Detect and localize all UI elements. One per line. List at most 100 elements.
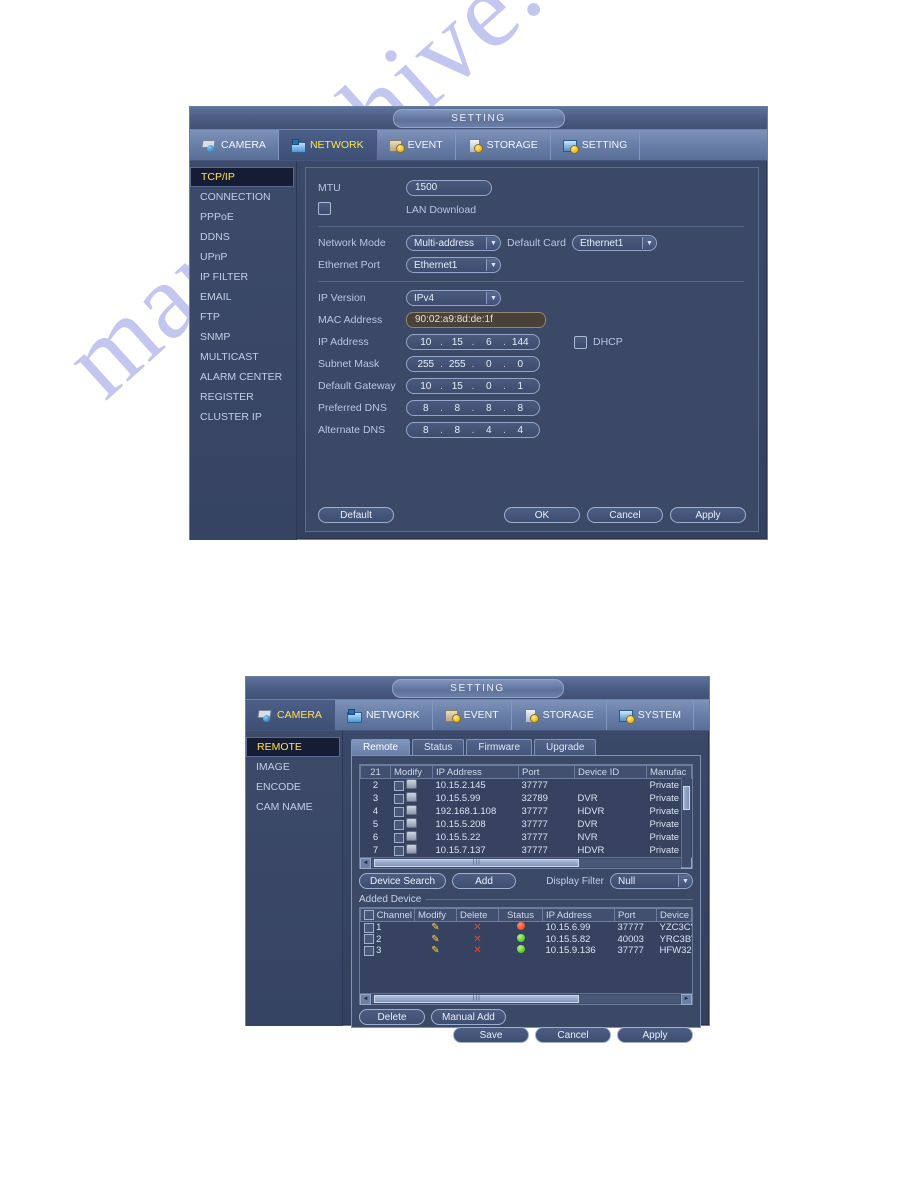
default-gateway-input[interactable]: 10. 15. 0. 1 (406, 378, 540, 394)
table-row[interactable]: 7 10.15.7.137 37777 HDVR Private (361, 844, 692, 857)
scroll-left-icon[interactable]: ◄ (360, 857, 371, 869)
tab-camera[interactable]: CAMERA (190, 130, 279, 160)
tab-storage[interactable]: STORAGE (456, 130, 551, 160)
modify-icon[interactable] (406, 779, 418, 789)
ethernet-port-select[interactable]: Ethernet1 ▼ (406, 257, 501, 273)
row-checkbox[interactable] (393, 781, 404, 792)
row-delete[interactable]: ✕ (457, 934, 499, 946)
hscrollbar-track[interactable] (372, 995, 680, 1003)
subtab-status[interactable]: Status (412, 739, 465, 755)
modify-icon[interactable] (406, 818, 418, 828)
table-row[interactable]: 2 ✎ ✕ 10.15.5.82 40003 YRC3BV (361, 933, 692, 946)
ok-button[interactable]: OK (504, 507, 580, 523)
tab-event[interactable]: EVENT (377, 130, 456, 160)
row-modify[interactable] (391, 844, 433, 857)
sidebar-item-upnp[interactable]: UPnP (190, 247, 296, 267)
sidebar-item-ddns[interactable]: DDNS (190, 227, 296, 247)
table-row[interactable]: 4 192.168.1.108 37777 HDVR Private (361, 805, 692, 818)
subtab-remote[interactable]: Remote (351, 739, 411, 755)
tab-system[interactable]: SYSTEM (607, 700, 694, 730)
sidebar-item-tcpip[interactable]: TCP/IP (190, 167, 294, 187)
tab-network[interactable]: NETWORK (335, 700, 433, 730)
sidebar-item-ip-filter[interactable]: IP FILTER (190, 267, 296, 287)
row-checkbox[interactable] (393, 846, 404, 857)
subnet-mask-input[interactable]: 255. 255. 0. 0 (406, 356, 540, 372)
display-filter-select[interactable]: Null ▼ (610, 873, 693, 889)
modify-icon[interactable] (406, 844, 418, 854)
found-table-vscrollbar[interactable] (681, 778, 691, 867)
table-row[interactable]: 5 10.15.5.208 37777 DVR Private (361, 818, 692, 831)
row-modify[interactable] (391, 818, 433, 831)
sidebar-item-remote[interactable]: REMOTE (246, 737, 340, 757)
ip-version-select[interactable]: IPv4 ▼ (406, 290, 501, 306)
row-checkbox[interactable] (363, 945, 374, 956)
close-icon[interactable]: ✕ (473, 934, 481, 945)
close-icon[interactable]: ✕ (473, 945, 481, 956)
cancel-button[interactable]: Cancel (587, 507, 663, 523)
row-checkbox[interactable] (393, 794, 404, 805)
tab-setting[interactable]: SETTING (551, 130, 641, 160)
delete-button[interactable]: Delete (359, 1009, 425, 1025)
alternate-dns-input[interactable]: 8. 8. 4. 4 (406, 422, 540, 438)
row-modify[interactable]: ✎ (415, 945, 457, 957)
cancel-button[interactable]: Cancel (535, 1027, 611, 1043)
row-modify[interactable]: ✎ (415, 922, 457, 934)
row-modify[interactable] (391, 831, 433, 844)
row-modify[interactable] (391, 779, 433, 793)
lan-download-checkbox[interactable] (318, 202, 331, 215)
pencil-icon[interactable]: ✎ (431, 934, 439, 945)
sidebar-item-register[interactable]: REGISTER (190, 387, 296, 407)
table-row[interactable]: 2 10.15.2.145 37777 Private (361, 779, 692, 793)
modify-icon[interactable] (406, 792, 418, 802)
sidebar-item-email[interactable]: EMAIL (190, 287, 296, 307)
tab-network[interactable]: NETWORK (278, 130, 377, 160)
tab-camera[interactable]: CAMERA (246, 700, 335, 730)
vscrollbar-thumb[interactable] (683, 786, 690, 810)
preferred-dns-input[interactable]: 8. 8. 8. 8 (406, 400, 540, 416)
select-all-checkbox[interactable] (364, 909, 374, 920)
sidebar-item-alarm-center[interactable]: ALARM CENTER (190, 367, 296, 387)
sidebar-item-ftp[interactable]: FTP (190, 307, 296, 327)
pencil-icon[interactable]: ✎ (431, 922, 439, 933)
row-checkbox[interactable] (393, 807, 404, 818)
scroll-right-icon[interactable]: ► (681, 993, 692, 1005)
row-delete[interactable]: ✕ (457, 922, 499, 934)
mtu-input[interactable]: 1500 (406, 180, 492, 196)
save-button[interactable]: Save (453, 1027, 529, 1043)
device-search-button[interactable]: Device Search (359, 873, 447, 889)
table-row[interactable]: 6 10.15.5.22 37777 NVR Private (361, 831, 692, 844)
default-card-select[interactable]: Ethernet1 ▼ (571, 235, 657, 251)
row-checkbox[interactable] (393, 833, 404, 844)
tab-storage[interactable]: STORAGE (512, 700, 607, 730)
apply-button[interactable]: Apply (670, 507, 746, 523)
row-checkbox[interactable] (393, 820, 404, 831)
pencil-icon[interactable]: ✎ (431, 945, 439, 956)
add-button[interactable]: Add (452, 873, 517, 889)
subtab-upgrade[interactable]: Upgrade (534, 739, 597, 755)
sidebar-item-multicast[interactable]: MULTICAST (190, 347, 296, 367)
sidebar-item-cluster-ip[interactable]: CLUSTER IP (190, 407, 296, 427)
sidebar-item-cam-name[interactable]: CAM NAME (246, 797, 342, 817)
sidebar-item-connection[interactable]: CONNECTION (190, 187, 296, 207)
modify-icon[interactable] (406, 805, 418, 815)
sidebar-item-image[interactable]: IMAGE (246, 757, 342, 777)
dhcp-checkbox[interactable] (574, 335, 587, 349)
hscrollbar-thumb[interactable] (374, 859, 580, 867)
apply-button[interactable]: Apply (617, 1027, 693, 1043)
row-modify[interactable] (391, 805, 433, 818)
sidebar-item-pppoe[interactable]: PPPoE (190, 207, 296, 227)
modify-icon[interactable] (406, 831, 418, 841)
hscrollbar-thumb[interactable] (374, 995, 580, 1003)
sidebar-item-snmp[interactable]: SNMP (190, 327, 296, 347)
network-mode-select[interactable]: Multi-address ▼ (406, 235, 501, 251)
table-row[interactable]: 3 10.15.5.99 32789 DVR Private (361, 792, 692, 805)
subtab-firmware[interactable]: Firmware (466, 739, 533, 755)
found-table-hscrollbar[interactable]: ◄ ► (360, 857, 692, 869)
scroll-left-icon[interactable]: ◄ (360, 993, 371, 1005)
row-modify[interactable]: ✎ (415, 934, 457, 946)
row-checkbox[interactable] (363, 934, 374, 945)
close-icon[interactable]: ✕ (473, 922, 481, 933)
sidebar-item-encode[interactable]: ENCODE (246, 777, 342, 797)
row-checkbox[interactable] (363, 922, 374, 933)
default-button[interactable]: Default (318, 507, 394, 523)
